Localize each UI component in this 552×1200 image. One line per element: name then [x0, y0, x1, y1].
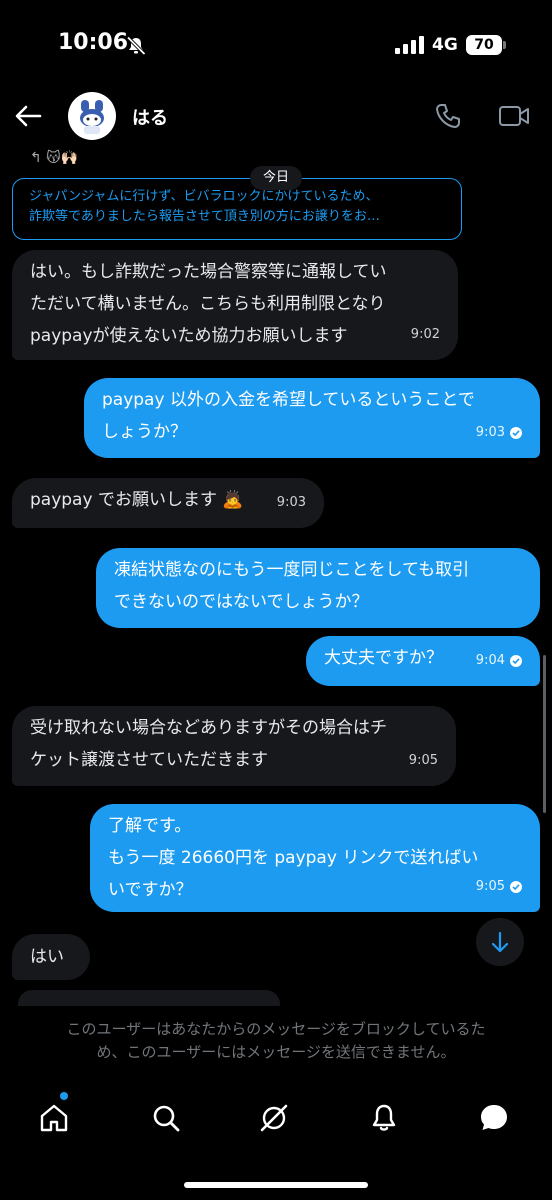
phone-icon[interactable]: [434, 102, 462, 130]
message-line: もう一度 26660円を paypay リンクで送ればい: [108, 848, 479, 868]
home-indicator: [184, 1182, 368, 1188]
message-line: ケット譲渡させていただきます: [30, 750, 268, 770]
bell-icon[interactable]: [368, 1102, 400, 1134]
message-bubble-outgoing[interactable]: 大丈夫ですか？ 9:04: [306, 636, 540, 686]
quoted-line: ジャパンジャムに行けず、ビバラロックにかけているため、: [29, 189, 379, 204]
reply-reactions: ↰ 😽🙌🏻: [30, 150, 79, 166]
battery-tip: [503, 41, 506, 49]
network-type: 4G: [432, 35, 458, 55]
message-bubble-outgoing[interactable]: paypay 以外の入金を希望しているということで しょうか？ 9:03: [84, 378, 540, 458]
arrow-down-icon: [491, 931, 509, 953]
blocked-notice-line: め、このユーザーにはメッセージを送信できません。: [96, 1043, 456, 1061]
message-bubble-partial[interactable]: [18, 990, 280, 1006]
date-separator: 今日: [250, 166, 302, 190]
message-time: 9:03: [276, 495, 306, 510]
battery-indicator: 70: [466, 35, 502, 55]
blocked-notice: このユーザーはあなたからのメッセージをブロックしているた め、このユーザーにはメ…: [0, 1006, 552, 1076]
message-line: できないのではないでしょうか？: [114, 592, 369, 612]
video-icon[interactable]: [498, 104, 530, 128]
message-time: 9:02: [410, 327, 440, 342]
message-time: 9:05: [475, 879, 505, 894]
message-line: 受け取れない場合などありますがその場合はチ: [30, 718, 387, 738]
bell-off-icon: [126, 36, 146, 56]
quoted-message[interactable]: ジャパンジャムに行けず、ビバラロックにかけているため、 詐欺等でありましたら報告…: [12, 178, 462, 240]
message-bubble-incoming[interactable]: はい: [12, 934, 90, 980]
quoted-line: 詐欺等でありましたら報告させて頂き別の方にお譲りをお…: [29, 209, 380, 224]
message-time: 9:04: [475, 653, 505, 668]
home-icon[interactable]: [38, 1102, 70, 1134]
back-arrow-icon[interactable]: [14, 104, 42, 128]
message-bubble-outgoing[interactable]: 凍結状態なのにもう一度同じことをしても取引 できないのではないでしょうか？: [96, 548, 540, 628]
scrollbar-thumb[interactable]: [543, 655, 546, 813]
message-line: 了解です。: [108, 816, 192, 836]
read-check-icon: [510, 881, 522, 893]
message-bubble-incoming[interactable]: paypay でお願いします 🙇 9:03: [12, 478, 324, 528]
read-check-icon: [510, 655, 522, 667]
message-line: 凍結状態なのにもう一度同じことをしても取引: [114, 560, 470, 580]
avatar-character-icon: [80, 100, 104, 134]
message-line: ただいて構いません。こちらも利用制限となり: [30, 294, 386, 314]
grok-icon[interactable]: [258, 1102, 290, 1134]
message-bubble-incoming[interactable]: はい。もし詐欺だった場合警察等に通報してい ただいて構いません。こちらも利用制限…: [12, 250, 458, 360]
messages-icon[interactable]: [478, 1102, 510, 1134]
read-check-icon: [510, 427, 522, 439]
search-icon[interactable]: [150, 1102, 182, 1134]
message-line: はい: [30, 947, 64, 967]
message-time: 9:03: [475, 425, 505, 440]
message-line: paypay 以外の入金を希望しているということで: [102, 390, 475, 410]
contact-name[interactable]: はる: [132, 104, 168, 130]
signal-icon: [395, 36, 424, 54]
message-bubble-outgoing[interactable]: 了解です。 もう一度 26660円を paypay リンクで送ればい いですか？…: [90, 804, 540, 912]
message-line: はい。もし詐欺だった場合警察等に通報してい: [30, 262, 387, 282]
message-line: paypayが使えないため協力お願いします: [30, 326, 348, 346]
message-line: いですか？: [108, 880, 193, 900]
status-time: 10:06: [58, 30, 129, 55]
message-line: しょうか？: [102, 422, 187, 442]
scroll-to-bottom-button[interactable]: [476, 918, 524, 966]
blocked-notice-line: このユーザーはあなたからのメッセージをブロックしているた: [66, 1020, 486, 1038]
message-line: paypay でお願いします 🙇: [30, 490, 244, 510]
contact-avatar[interactable]: [68, 92, 116, 140]
notification-dot: [60, 1092, 68, 1100]
message-time: 9:05: [408, 753, 438, 768]
message-bubble-incoming[interactable]: 受け取れない場合などありますがその場合はチ ケット譲渡させていただきます 9:0…: [12, 706, 456, 786]
